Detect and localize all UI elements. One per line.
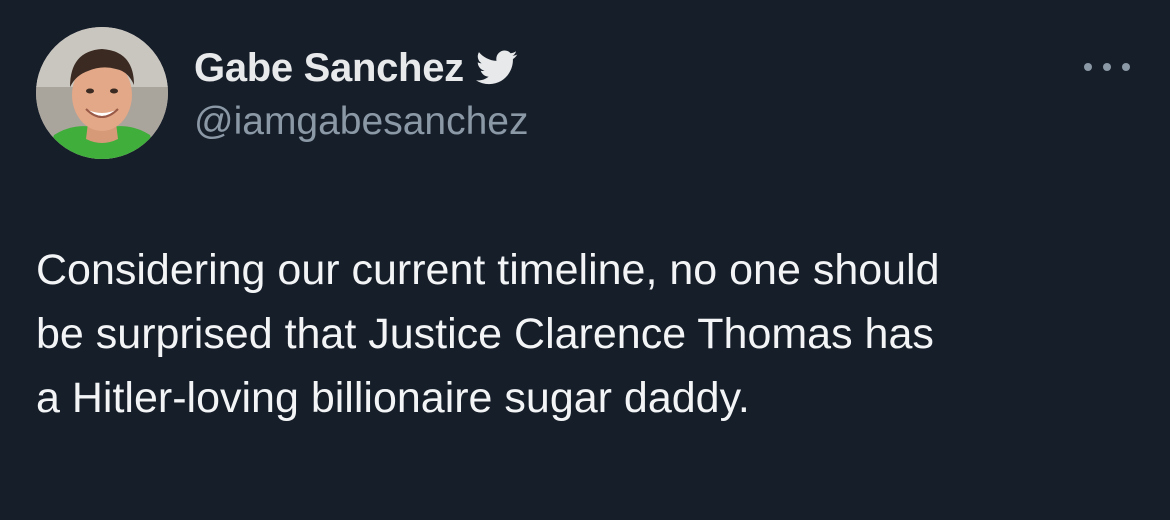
more-dot	[1103, 63, 1111, 71]
display-name[interactable]: Gabe Sanchez	[194, 44, 464, 92]
author-name-row: Gabe Sanchez	[194, 44, 518, 92]
author-handle[interactable]: @iamgabesanchez	[194, 98, 528, 146]
profile-photo-icon	[36, 27, 168, 159]
tweet-card: Gabe Sanchez @iamgabesanchez Considering…	[0, 0, 1170, 520]
more-options-icon[interactable]	[1084, 52, 1130, 82]
tweet-text: Considering our current timeline, no one…	[36, 246, 940, 422]
more-dot	[1084, 63, 1092, 71]
more-dot	[1122, 63, 1130, 71]
avatar[interactable]	[36, 27, 168, 159]
twitter-bird-icon	[475, 50, 518, 86]
